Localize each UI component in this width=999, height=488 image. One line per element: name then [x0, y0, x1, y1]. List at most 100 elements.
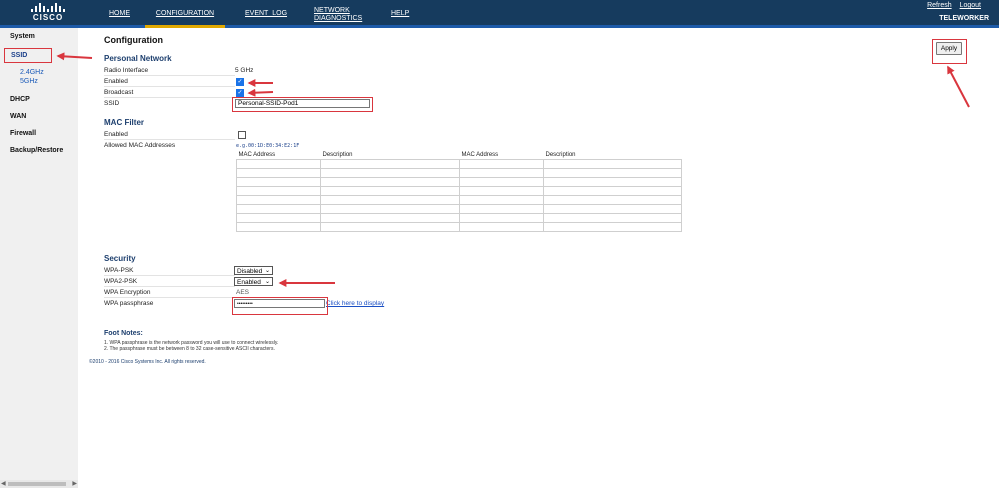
table-cell[interactable] — [320, 195, 460, 205]
nav-configuration[interactable]: CONFIGURATION — [145, 0, 225, 28]
table-cell[interactable] — [320, 222, 460, 232]
table-cell[interactable] — [320, 213, 460, 223]
copyright-text: ©2010 - 2016 Cisco Systems Inc. All righ… — [89, 359, 206, 365]
table-row — [236, 168, 682, 178]
mac-address-table: MAC Address Description MAC Address Desc… — [236, 150, 682, 232]
table-cell[interactable] — [543, 186, 682, 196]
table-cell[interactable] — [236, 168, 321, 178]
main-content: Configuration Apply Personal Network Rad… — [78, 28, 999, 488]
table-cell[interactable] — [543, 222, 682, 232]
table-cell[interactable] — [459, 195, 544, 205]
nav-event-log[interactable]: EVENT_LOG — [245, 10, 287, 18]
radio-interface-label: Radio Interface — [104, 67, 149, 74]
scroll-left-icon[interactable]: ◀ — [1, 480, 6, 487]
row-divider — [104, 286, 235, 287]
wpa-psk-label: WPA-PSK — [104, 267, 134, 274]
logo-text: CISCO — [32, 13, 64, 22]
chevron-down-icon: ⌄ — [264, 268, 270, 274]
scroll-right-icon[interactable]: ▶ — [72, 480, 77, 487]
table-row — [236, 195, 682, 205]
sidebar-item-wan[interactable]: WAN — [10, 113, 26, 120]
table-cell[interactable] — [459, 168, 544, 178]
sidebar: System SSID 2.4GHz 5GHz DHCP WAN Firewal… — [0, 28, 78, 488]
table-cell[interactable] — [459, 177, 544, 187]
wpa2-psk-select[interactable]: Enabled ⌄ — [234, 277, 273, 286]
footnotes-title: Foot Notes: — [104, 330, 143, 337]
scrollbar-thumb[interactable] — [8, 482, 66, 486]
table-cell[interactable] — [543, 195, 682, 205]
display-passphrase-link[interactable]: Click here to display — [326, 300, 384, 307]
wpa-encryption-label: WPA Encryption — [104, 289, 151, 296]
row-divider — [104, 297, 235, 298]
table-cell[interactable] — [459, 204, 544, 214]
column-header: Description — [322, 151, 353, 158]
wpa-encryption-value: AES — [236, 289, 250, 296]
table-cell[interactable] — [320, 186, 460, 196]
top-navigation-bar: CISCO HOME CONFIGURATION EVENT_LOG NETWO… — [0, 0, 999, 28]
table-cell[interactable] — [459, 213, 544, 223]
table-cell[interactable] — [320, 159, 460, 169]
ssid-label: SSID — [104, 100, 120, 107]
enabled-checkbox[interactable]: ✓ — [236, 78, 244, 86]
row-divider — [104, 139, 235, 140]
page-title: Configuration — [104, 35, 163, 45]
table-cell[interactable] — [236, 222, 321, 232]
cisco-logo: CISCO — [30, 2, 66, 24]
sidebar-subitem-2-4ghz[interactable]: 2.4GHz — [20, 69, 44, 76]
table-cell[interactable] — [320, 177, 460, 187]
table-row — [236, 177, 682, 187]
table-row — [236, 222, 682, 232]
table-cell[interactable] — [320, 204, 460, 214]
table-cell[interactable] — [459, 186, 544, 196]
column-header: MAC Address — [238, 151, 276, 158]
table-row — [236, 159, 682, 169]
table-cell[interactable] — [236, 213, 321, 223]
radio-interface-value: 5 GHz — [235, 67, 254, 74]
horizontal-scrollbar[interactable]: ◀ ▶ — [0, 480, 78, 488]
table-cell[interactable] — [543, 213, 682, 223]
table-cell[interactable] — [543, 204, 682, 214]
table-row — [236, 213, 682, 223]
sidebar-item-backup-restore[interactable]: Backup/Restore — [10, 147, 63, 154]
broadcast-checkbox[interactable]: ✓ — [236, 89, 244, 97]
nav-home[interactable]: HOME — [109, 10, 130, 18]
mac-filter-heading: MAC Filter — [104, 118, 144, 127]
enabled-label: Enabled — [104, 78, 128, 85]
mac-filter-enabled-label: Enabled — [104, 131, 128, 138]
table-cell[interactable] — [320, 168, 460, 178]
row-divider — [104, 86, 235, 87]
table-cell[interactable] — [459, 159, 544, 169]
table-cell[interactable] — [543, 159, 682, 169]
sidebar-item-dhcp[interactable]: DHCP — [10, 96, 30, 103]
refresh-link[interactable]: Refresh — [927, 2, 952, 9]
wpa-psk-select[interactable]: Disabled ⌄ — [234, 266, 273, 275]
table-row — [236, 204, 682, 214]
sidebar-item-firewall[interactable]: Firewall — [10, 130, 36, 137]
sidebar-subitem-5ghz[interactable]: 5GHz — [20, 78, 38, 85]
annotation-box-ssid — [4, 48, 52, 63]
table-cell[interactable] — [236, 159, 321, 169]
table-cell[interactable] — [236, 195, 321, 205]
wpa-psk-value: Disabled — [237, 268, 263, 275]
logout-link[interactable]: Logout — [960, 2, 981, 9]
site-name: TELEWORKER — [939, 15, 989, 22]
table-cell[interactable] — [236, 186, 321, 196]
table-cell[interactable] — [236, 177, 321, 187]
column-header: MAC Address — [461, 151, 499, 158]
table-cell[interactable] — [459, 222, 544, 232]
column-header: Description — [545, 151, 576, 158]
sidebar-item-system[interactable]: System — [10, 33, 35, 40]
personal-network-heading: Personal Network — [104, 54, 172, 63]
security-heading: Security — [104, 254, 136, 263]
table-cell[interactable] — [236, 204, 321, 214]
table-cell[interactable] — [543, 177, 682, 187]
chevron-down-icon: ⌄ — [264, 279, 270, 285]
mac-filter-enabled-checkbox[interactable] — [238, 131, 246, 139]
nav-help[interactable]: HELP — [391, 10, 409, 18]
top-links: Refresh Logout — [921, 2, 981, 9]
footnote-item: 2. The passphrase must be between 8 to 3… — [104, 346, 275, 352]
nav-network-diagnostics[interactable]: NETWORK DIAGNOSTICS — [314, 7, 364, 23]
table-cell[interactable] — [543, 168, 682, 178]
allowed-mac-label: Allowed MAC Addresses — [104, 142, 176, 149]
annotation-box-apply — [932, 39, 967, 64]
